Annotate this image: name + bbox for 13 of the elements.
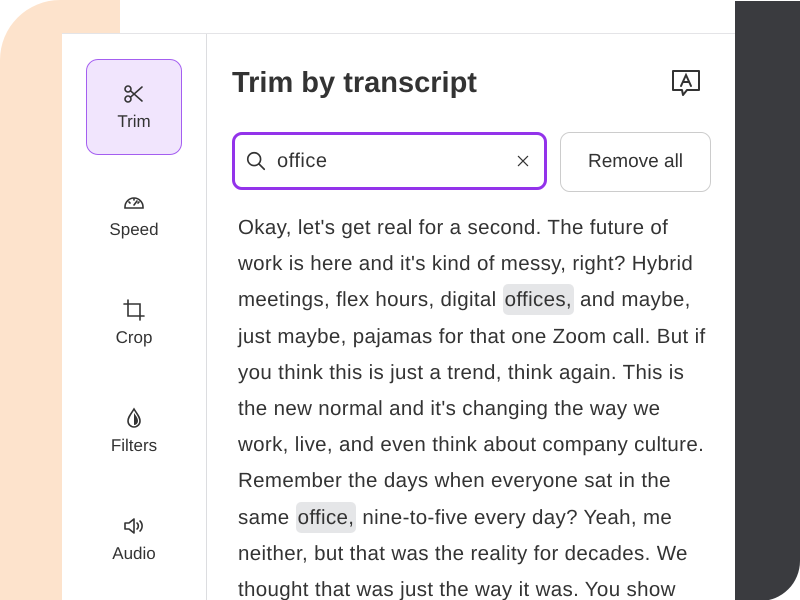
sidebar-item[interactable]: Trim	[86, 59, 182, 155]
transcript-text: Okay, let's get real for a second. The future of work is here and it's kind of messy, right? Hybrid meetings, flex hours, digital offices, and maybe, just maybe, pajamas for that one Zoom call. But if you think this is just a trend, think again. This is the new normal and it's changing the way we work, live, and even think about company culture. Remember the days when everyone sat in the same office, nine-to-five every day? Yeah, me neither, but that was the reality for decades. We thought that was just the way it was. You show	[238, 215, 707, 600]
search-field[interactable]: office	[232, 132, 547, 190]
sidebar-item[interactable]: Speed	[86, 167, 182, 263]
remove-all-button[interactable]: Remove all	[560, 132, 711, 192]
sidebar-item[interactable]: Filters	[86, 383, 182, 479]
sidebar-item[interactable]: Crop	[86, 275, 182, 371]
search-icon	[245, 150, 267, 172]
caption-icon[interactable]	[670, 67, 702, 99]
sidebar-item[interactable]: Audio	[86, 491, 182, 587]
crop-icon	[122, 298, 146, 322]
panel-title: Trim by transcript	[232, 66, 477, 100]
clear-icon[interactable]	[515, 153, 531, 169]
